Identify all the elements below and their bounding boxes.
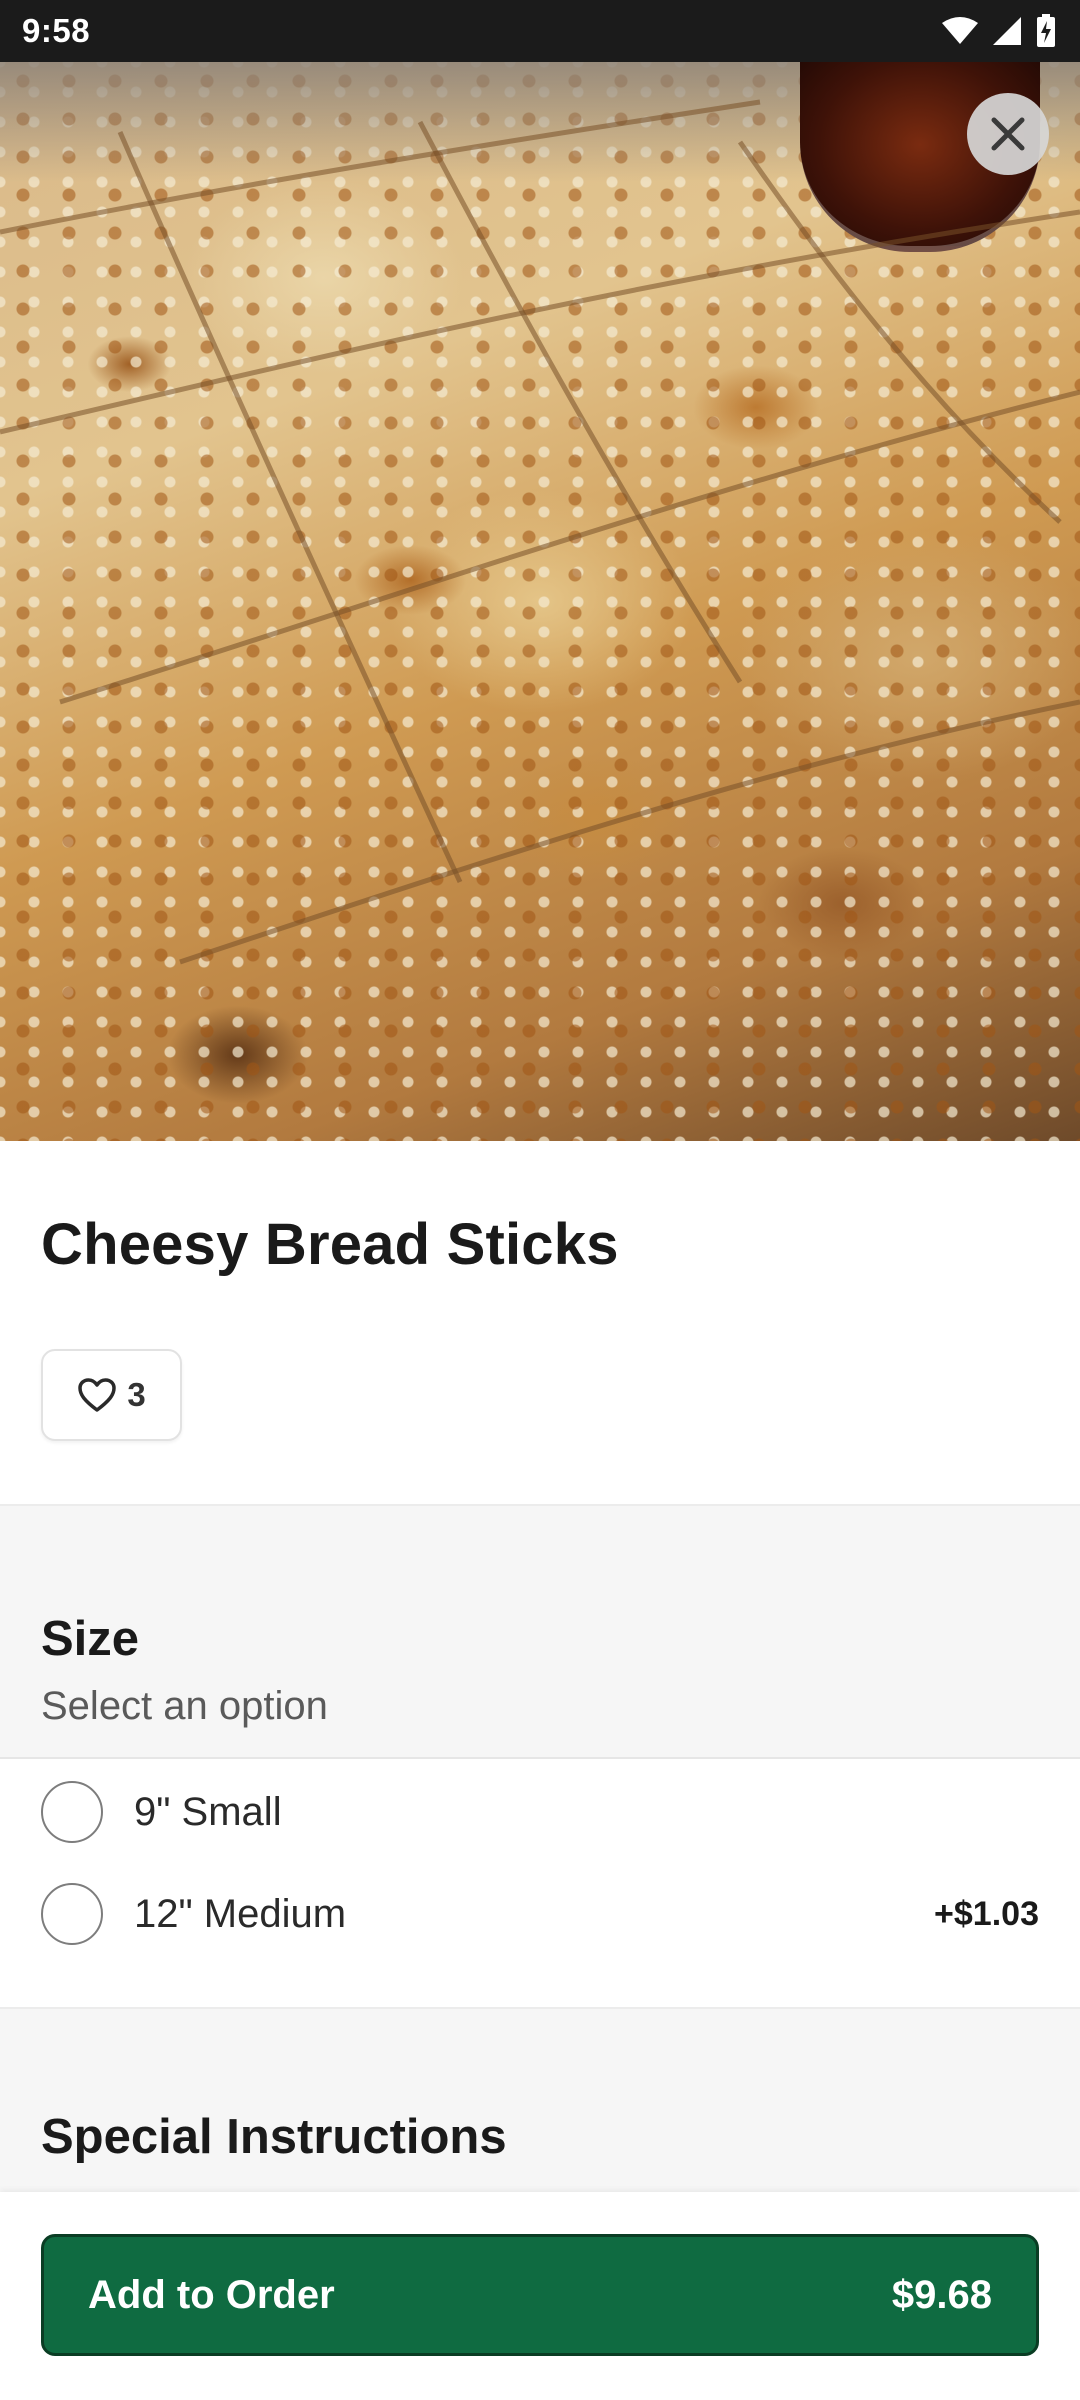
like-button[interactable]: 3 [41, 1349, 182, 1441]
slice-cut-lines [0, 99, 1080, 965]
item-info: Cheesy Bread Sticks 3 [0, 1141, 1080, 1504]
item-title: Cheesy Bread Sticks [41, 1212, 619, 1277]
option-label: 9" Small [134, 1789, 282, 1834]
size-subtitle: Select an option [41, 1684, 328, 1728]
special-instructions-section: Special Instructions [0, 2007, 1080, 2192]
radio-button[interactable] [41, 1781, 103, 1843]
wifi-icon [942, 17, 978, 45]
size-options: 9" Small 12" Medium +$1.03 [0, 1759, 1080, 2007]
heart-icon [78, 1378, 117, 1412]
status-bar: 9:58 [0, 0, 1080, 62]
battery-charging-icon [1036, 14, 1056, 48]
size-title: Size [41, 1612, 140, 1666]
status-icons [942, 14, 1056, 48]
size-option-medium[interactable]: 12" Medium +$1.03 [0, 1864, 1080, 1964]
close-button[interactable] [967, 93, 1049, 175]
order-total: $9.68 [891, 2272, 992, 2317]
radio-button[interactable] [41, 1883, 103, 1945]
option-price: +$1.03 [934, 1894, 1039, 1933]
special-instructions-title: Special Instructions [41, 2110, 507, 2164]
size-option-small[interactable]: 9" Small [0, 1762, 1080, 1862]
status-time: 9:58 [22, 12, 91, 49]
close-icon [991, 117, 1025, 151]
add-to-order-label: Add to Order [88, 2272, 335, 2317]
option-label: 12" Medium [134, 1891, 347, 1936]
like-count: 3 [127, 1376, 146, 1413]
item-detail-screen: 9:58 Cheesy Bread Sticks 3 Size Select a… [0, 0, 1080, 2400]
cellular-signal-icon [992, 16, 1022, 46]
add-to-order-button[interactable]: Add to Order $9.68 [41, 2234, 1039, 2356]
size-section-header: Size Select an option [0, 1504, 1080, 1759]
item-photo [0, 62, 1080, 1141]
bottom-bar: Add to Order $9.68 [0, 2192, 1080, 2400]
